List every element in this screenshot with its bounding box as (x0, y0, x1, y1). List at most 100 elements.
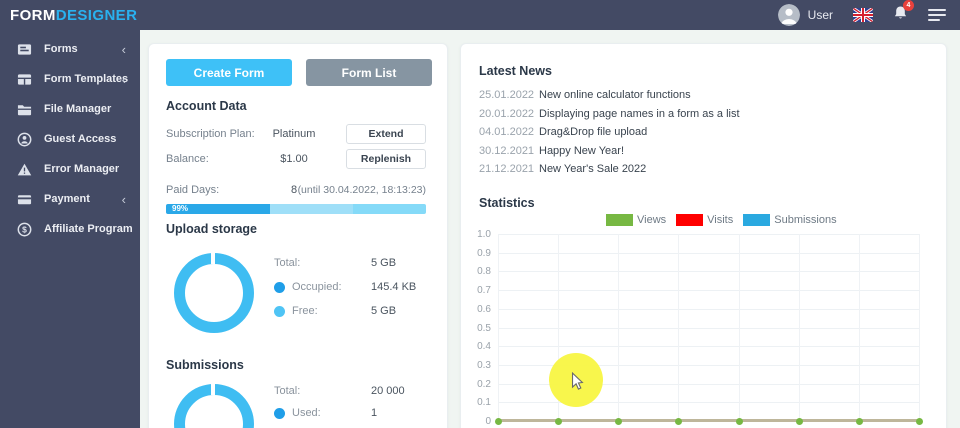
news-date: 30.12.2021 (479, 145, 535, 157)
gridline-vertical (678, 234, 679, 421)
sidebar-item-form-templates[interactable]: Form Templates ‹ (0, 64, 140, 94)
sidebar-item-affiliate-program[interactable]: $ Affiliate Program (0, 214, 140, 244)
progress-percent-label: 99% (172, 204, 189, 213)
submissions-total-value: 20 000 (371, 385, 405, 397)
storage-occupied-value: 145.4 KB (371, 281, 417, 293)
form-list-button[interactable]: Form List (306, 59, 432, 86)
mouse-cursor-icon (570, 371, 584, 396)
user-avatar[interactable] (777, 4, 800, 26)
news-date: 25.01.2022 (479, 89, 535, 101)
legend-label: Submissions (774, 214, 837, 226)
news-date: 20.01.2022 (479, 108, 535, 120)
news-date: 04.01.2022 (479, 126, 535, 138)
legend-item-views[interactable]: Views (606, 214, 666, 226)
language-flag-icon[interactable] (853, 8, 873, 22)
sidebar-item-forms[interactable]: Forms ‹ (0, 34, 140, 64)
notifications-button[interactable]: 4 (893, 0, 914, 26)
replenish-button[interactable]: Replenish (346, 149, 426, 169)
app-logo[interactable]: FORMDESIGNER (10, 7, 137, 24)
sidebar-item-guest-access[interactable]: Guest Access (0, 124, 140, 154)
chevron-left-icon: ‹ (121, 71, 126, 87)
sidebar-item-label: File Manager (44, 103, 112, 115)
app-root: { "topbar": { "logo_primary": "FORM", "l… (0, 0, 960, 428)
subscription-plan-value: Platinum (272, 128, 316, 140)
gridline-horizontal (498, 309, 919, 310)
sidebar-item-error-manager[interactable]: Error Manager (0, 154, 140, 184)
chevron-left-icon: ‹ (121, 191, 126, 207)
statistics-heading: Statistics (479, 196, 535, 210)
account-panel: Create Form Form List Account Data Subsc… (148, 43, 448, 428)
menu-toggle-button[interactable] (928, 9, 946, 21)
news-title-link[interactable]: Displaying page names in a form as a lis… (539, 107, 740, 121)
storage-free-row: Free: 5 GB (149, 303, 449, 319)
template-icon (16, 72, 32, 87)
gridline-horizontal (498, 328, 919, 329)
legend-item-visits[interactable]: Visits (676, 214, 733, 226)
submissions-used-label: Used: (292, 407, 321, 419)
data-point[interactable] (494, 417, 502, 425)
data-point[interactable] (855, 417, 863, 425)
topbar: FORMDESIGNER User 4 (0, 0, 960, 30)
person-icon (777, 4, 800, 26)
upload-storage-heading: Upload storage (166, 222, 257, 236)
folder-icon (16, 102, 32, 117)
storage-free-label: Free: (292, 305, 318, 317)
subscription-plan-label: Subscription Plan: (166, 128, 255, 140)
chart-y-axis: 1.0 0.9 0.8 0.7 0.6 0.5 0.4 0.3 0.2 0.1 0 (461, 229, 493, 427)
submissions-used-value: 1 (371, 407, 378, 419)
sidebar-item-label: Affiliate Program (44, 223, 133, 235)
sidebar-item-label: Payment (44, 193, 90, 205)
form-icon (16, 42, 32, 57)
guest-user-icon (16, 132, 32, 147)
gridline-vertical (618, 234, 619, 421)
paid-days-label: Paid Days: (166, 184, 220, 196)
credit-card-icon (16, 192, 32, 207)
submissions-used-row: Used: 1 (149, 405, 449, 421)
legend-swatch (606, 214, 633, 226)
chevron-left-icon: ‹ (121, 41, 126, 57)
chart-legend: Views Visits Submissions (606, 214, 837, 226)
burger-line (928, 19, 940, 21)
y-axis-tick-label: 0.4 (477, 341, 491, 352)
y-axis-tick-label: 0.2 (477, 379, 491, 390)
data-point[interactable] (795, 417, 803, 425)
data-point[interactable] (915, 417, 923, 425)
submissions-heading: Submissions (166, 358, 244, 372)
news-title-link[interactable]: Happy New Year! (539, 144, 624, 158)
occupied-legend-dot (274, 281, 285, 293)
storage-free-value: 5 GB (371, 305, 397, 317)
storage-occupied-label: Occupied: (292, 281, 342, 293)
user-name-label[interactable]: User (808, 8, 833, 22)
balance-label: Balance: (166, 153, 209, 165)
news-title-link[interactable]: New Year's Sale 2022 (539, 162, 646, 176)
svg-text:$: $ (22, 224, 27, 234)
gridline-vertical (739, 234, 740, 421)
sidebar: Forms ‹ Form Templates ‹ File Manager Gu… (0, 30, 140, 428)
data-point[interactable] (674, 417, 682, 425)
y-axis-tick-label: 0.6 (477, 304, 491, 315)
legend-item-submissions[interactable]: Submissions (743, 214, 837, 226)
gridline-horizontal (498, 253, 919, 254)
legend-label: Views (637, 214, 667, 226)
news-statistics-panel: Latest News 25.01.2022 New online calcul… (460, 43, 947, 428)
data-point[interactable] (614, 417, 622, 425)
sidebar-item-file-manager[interactable]: File Manager (0, 94, 140, 124)
gridline-horizontal (498, 271, 919, 272)
news-date: 21.12.2021 (479, 163, 535, 175)
gridline-horizontal (498, 346, 919, 347)
y-axis-tick-label: 1.0 (477, 229, 491, 240)
extend-button[interactable]: Extend (346, 124, 426, 144)
news-title-link[interactable]: New online calculator functions (539, 88, 691, 102)
used-legend-dot (274, 407, 285, 419)
notification-badge: 4 (903, 0, 914, 11)
data-point[interactable] (735, 417, 743, 425)
gridline-vertical (799, 234, 800, 421)
storage-total-label: Total: (274, 257, 301, 269)
create-form-button[interactable]: Create Form (166, 59, 292, 86)
data-point[interactable] (554, 417, 562, 425)
news-title-link[interactable]: Drag&Drop file upload (539, 125, 647, 139)
gridline-horizontal (498, 234, 919, 235)
sidebar-item-payment[interactable]: Payment ‹ (0, 184, 140, 214)
warning-triangle-icon (16, 162, 32, 177)
gridline-vertical (859, 234, 860, 421)
